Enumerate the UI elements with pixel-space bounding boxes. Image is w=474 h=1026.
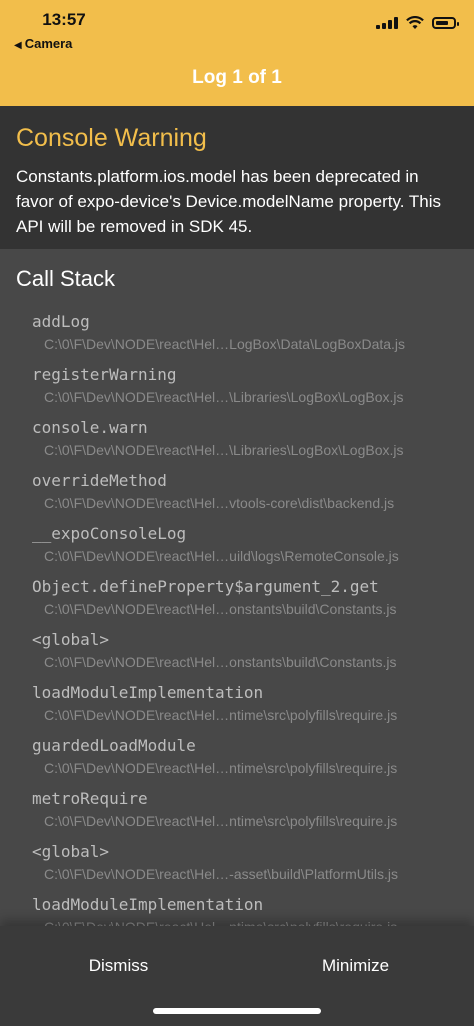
frame-file-path: C:\0\F\Dev\NODE\react\Hel…uild\logs\Remo… — [44, 548, 399, 564]
call-stack-list: addLog C:\0\F\Dev\NODE\react\Hel…LogBox\… — [0, 310, 474, 946]
stack-frame[interactable]: Object.defineProperty$argument_2.get C:\… — [0, 575, 474, 628]
call-stack-title: Call Stack — [16, 266, 116, 291]
frame-file-path: C:\0\F\Dev\NODE\react\Hel…\Libraries\Log… — [44, 442, 404, 458]
frame-function: loadModuleImplementation — [32, 683, 264, 702]
stack-frame[interactable]: __expoConsoleLog C:\0\F\Dev\NODE\react\H… — [0, 522, 474, 575]
frame-function: console.warn — [32, 418, 148, 437]
stack-frame[interactable]: console.warn C:\0\F\Dev\NODE\react\Hel…\… — [0, 416, 474, 469]
frame-function: addLog — [32, 312, 90, 331]
frame-function: <global> — [32, 842, 110, 861]
battery-icon — [432, 17, 459, 29]
frame-file-path: C:\0\F\Dev\NODE\react\Hel…onstants\build… — [44, 654, 397, 670]
frame-function: overrideMethod — [32, 471, 167, 490]
frame-file-path: C:\0\F\Dev\NODE\react\Hel…vtools-core\di… — [44, 495, 395, 511]
back-arrow-icon: ◀ — [14, 40, 22, 51]
frame-function: loadModuleImplementation — [32, 895, 264, 914]
frame-function: __expoConsoleLog — [32, 524, 187, 543]
frame-file-path: C:\0\F\Dev\NODE\react\Hel…onstants\build… — [44, 601, 397, 617]
frame-file-path: C:\0\F\Dev\NODE\react\Hel…ntime\src\poly… — [44, 760, 398, 776]
frame-file-path: C:\0\F\Dev\NODE\react\Hel…ntime\src\poly… — [44, 813, 398, 829]
dismiss-button[interactable]: Dismiss — [0, 946, 237, 986]
back-app-label: Camera — [24, 36, 73, 51]
log-header: 13:57 ◀ Camera Log 1 of 1 — [0, 0, 474, 106]
cellular-signal-icon — [376, 17, 398, 29]
wifi-icon — [406, 16, 424, 29]
warning-section: Console Warning Constants.platform.ios.m… — [0, 106, 474, 249]
frame-file-path: C:\0\F\Dev\NODE\react\Hel…\Libraries\Log… — [44, 389, 404, 405]
stack-frame[interactable]: metroRequire C:\0\F\Dev\NODE\react\Hel…n… — [0, 787, 474, 840]
frame-file-path: C:\0\F\Dev\NODE\react\Hel…LogBox\Data\Lo… — [44, 336, 406, 352]
status-time: 13:57 — [42, 10, 86, 29]
warning-message: Constants.platform.ios.model has been de… — [16, 167, 441, 236]
stack-frame[interactable]: <global> C:\0\F\Dev\NODE\react\Hel…onsta… — [0, 628, 474, 681]
frame-function: <global> — [32, 630, 110, 649]
back-to-camera-link[interactable]: ◀ Camera — [14, 36, 72, 51]
stack-frame[interactable]: <global> C:\0\F\Dev\NODE\react\Hel…-asse… — [0, 840, 474, 893]
stack-frame[interactable]: overrideMethod C:\0\F\Dev\NODE\react\Hel… — [0, 469, 474, 522]
home-indicator[interactable] — [153, 1008, 321, 1014]
minimize-button[interactable]: Minimize — [237, 946, 474, 986]
stack-frame[interactable]: loadModuleImplementation C:\0\F\Dev\NODE… — [0, 681, 474, 734]
warning-title: Console Warning — [16, 124, 207, 152]
frame-file-path: C:\0\F\Dev\NODE\react\Hel…-asset\build\P… — [44, 866, 398, 882]
log-counter-title: Log 1 of 1 — [192, 67, 282, 88]
frame-function: metroRequire — [32, 789, 148, 808]
stack-frame[interactable]: registerWarning C:\0\F\Dev\NODE\react\He… — [0, 363, 474, 416]
frame-function: registerWarning — [32, 365, 177, 384]
frame-file-path: C:\0\F\Dev\NODE\react\Hel…ntime\src\poly… — [44, 707, 398, 723]
status-icons — [376, 16, 459, 30]
frame-function: Object.defineProperty$argument_2.get — [32, 577, 379, 596]
stack-frame[interactable]: addLog C:\0\F\Dev\NODE\react\Hel…LogBox\… — [0, 310, 474, 363]
stack-frame[interactable]: guardedLoadModule C:\0\F\Dev\NODE\react\… — [0, 734, 474, 787]
frame-function: guardedLoadModule — [32, 736, 196, 755]
